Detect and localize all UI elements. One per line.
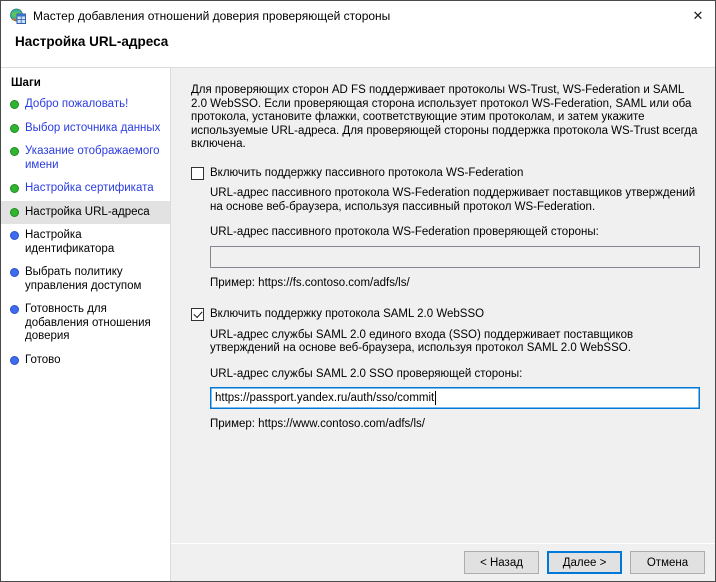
step-label: Готово <box>25 354 61 366</box>
step-status-icon <box>10 208 19 217</box>
step-label: Настройка URL-адреса <box>25 206 150 218</box>
step-status-icon <box>10 147 19 156</box>
saml-checkbox[interactable] <box>191 308 204 321</box>
wsfed-section-header: Включить поддержку пассивного протокола … <box>191 167 699 181</box>
step-status-icon <box>10 100 19 109</box>
step-label: Выбрать политику управления доступом <box>25 266 141 292</box>
cancel-button[interactable]: Отмена <box>630 551 705 574</box>
sidebar-step-6: Настройка идентификатора <box>1 224 170 261</box>
wsfed-checkbox-label[interactable]: Включить поддержку пассивного протокола … <box>210 167 523 181</box>
step-status-icon <box>10 124 19 133</box>
step-label: Указание отображаемого имени <box>25 145 160 171</box>
text-caret <box>435 391 436 405</box>
wsfed-url-label: URL-адрес пассивного протокола WS-Federa… <box>210 226 699 240</box>
next-button[interactable]: Далее > <box>547 551 622 574</box>
sidebar-step-1[interactable]: Добро пожаловать! <box>1 93 170 117</box>
sidebar-step-3[interactable]: Указание отображаемого имени <box>1 140 170 177</box>
saml-url-label: URL-адрес службы SAML 2.0 SSO проверяюще… <box>210 368 699 382</box>
sidebar-step-2[interactable]: Выбор источника данных <box>1 117 170 141</box>
sidebar-step-8: Готовность для добавления отношения дове… <box>1 298 170 349</box>
saml-sso-url-value: https://passport.yandex.ru/auth/sso/comm… <box>215 388 434 408</box>
wsfed-checkbox[interactable] <box>191 167 204 180</box>
sidebar-step-4[interactable]: Настройка сертификата <box>1 177 170 201</box>
wizard-icon <box>10 8 26 24</box>
step-status-icon <box>10 305 19 314</box>
step-label: Выбор источника данных <box>25 122 160 134</box>
step-status-icon <box>10 231 19 240</box>
page-content: Для проверяющих сторон AD FS поддерживае… <box>171 68 715 543</box>
sidebar-step-5: Настройка URL-адреса <box>1 201 170 225</box>
wsfed-url-input <box>210 246 700 268</box>
step-status-icon <box>10 184 19 193</box>
window-title: Мастер добавления отношений доверия пров… <box>33 9 390 23</box>
steps-heading: Шаги <box>1 75 170 93</box>
saml-section-header: Включить поддержку протокола SAML 2.0 We… <box>191 308 699 322</box>
saml-checkbox-label[interactable]: Включить поддержку протокола SAML 2.0 We… <box>210 308 484 322</box>
intro-text: Для проверяющих сторон AD FS поддерживае… <box>191 84 698 152</box>
close-icon[interactable]: ✕ <box>681 1 715 31</box>
step-label: Готовность для добавления отношения дове… <box>25 303 151 342</box>
step-status-icon <box>10 268 19 277</box>
saml-section-body: URL-адрес службы SAML 2.0 единого входа … <box>191 329 699 432</box>
steps-list: Добро пожаловать! Выбор источника данных У… <box>1 93 170 372</box>
title-bar: Мастер добавления отношений доверия пров… <box>1 1 715 31</box>
step-status-icon <box>10 356 19 365</box>
page-header: Настройка URL-адреса <box>1 31 715 68</box>
back-button[interactable]: < Назад <box>464 551 539 574</box>
saml-description: URL-адрес службы SAML 2.0 единого входа … <box>210 329 699 356</box>
main-panel: Для проверяющих сторон AD FS поддерживае… <box>171 68 715 581</box>
wsfed-example: Пример: https://fs.contoso.com/adfs/ls/ <box>210 277 699 291</box>
saml-example: Пример: https://www.contoso.com/adfs/ls/ <box>210 418 699 432</box>
step-label: Настройка идентификатора <box>25 229 114 255</box>
wsfed-section-body: URL-адрес пассивного протокола WS-Federa… <box>191 187 699 290</box>
wizard-dialog: Мастер добавления отношений доверия пров… <box>0 0 716 582</box>
saml-sso-url-input[interactable]: https://passport.yandex.ru/auth/sso/comm… <box>210 387 700 409</box>
step-label: Добро пожаловать! <box>25 98 128 110</box>
step-label: Настройка сертификата <box>25 182 154 194</box>
wsfed-description: URL-адрес пассивного протокола WS-Federa… <box>210 187 699 214</box>
steps-sidebar: Шаги Добро пожаловать! Выбор источника да… <box>1 68 171 581</box>
page-title: Настройка URL-адреса <box>15 34 715 49</box>
button-bar: < Назад Далее > Отмена <box>171 543 715 581</box>
sidebar-step-7: Выбрать политику управления доступом <box>1 261 170 298</box>
sidebar-step-9: Готово <box>1 349 170 373</box>
